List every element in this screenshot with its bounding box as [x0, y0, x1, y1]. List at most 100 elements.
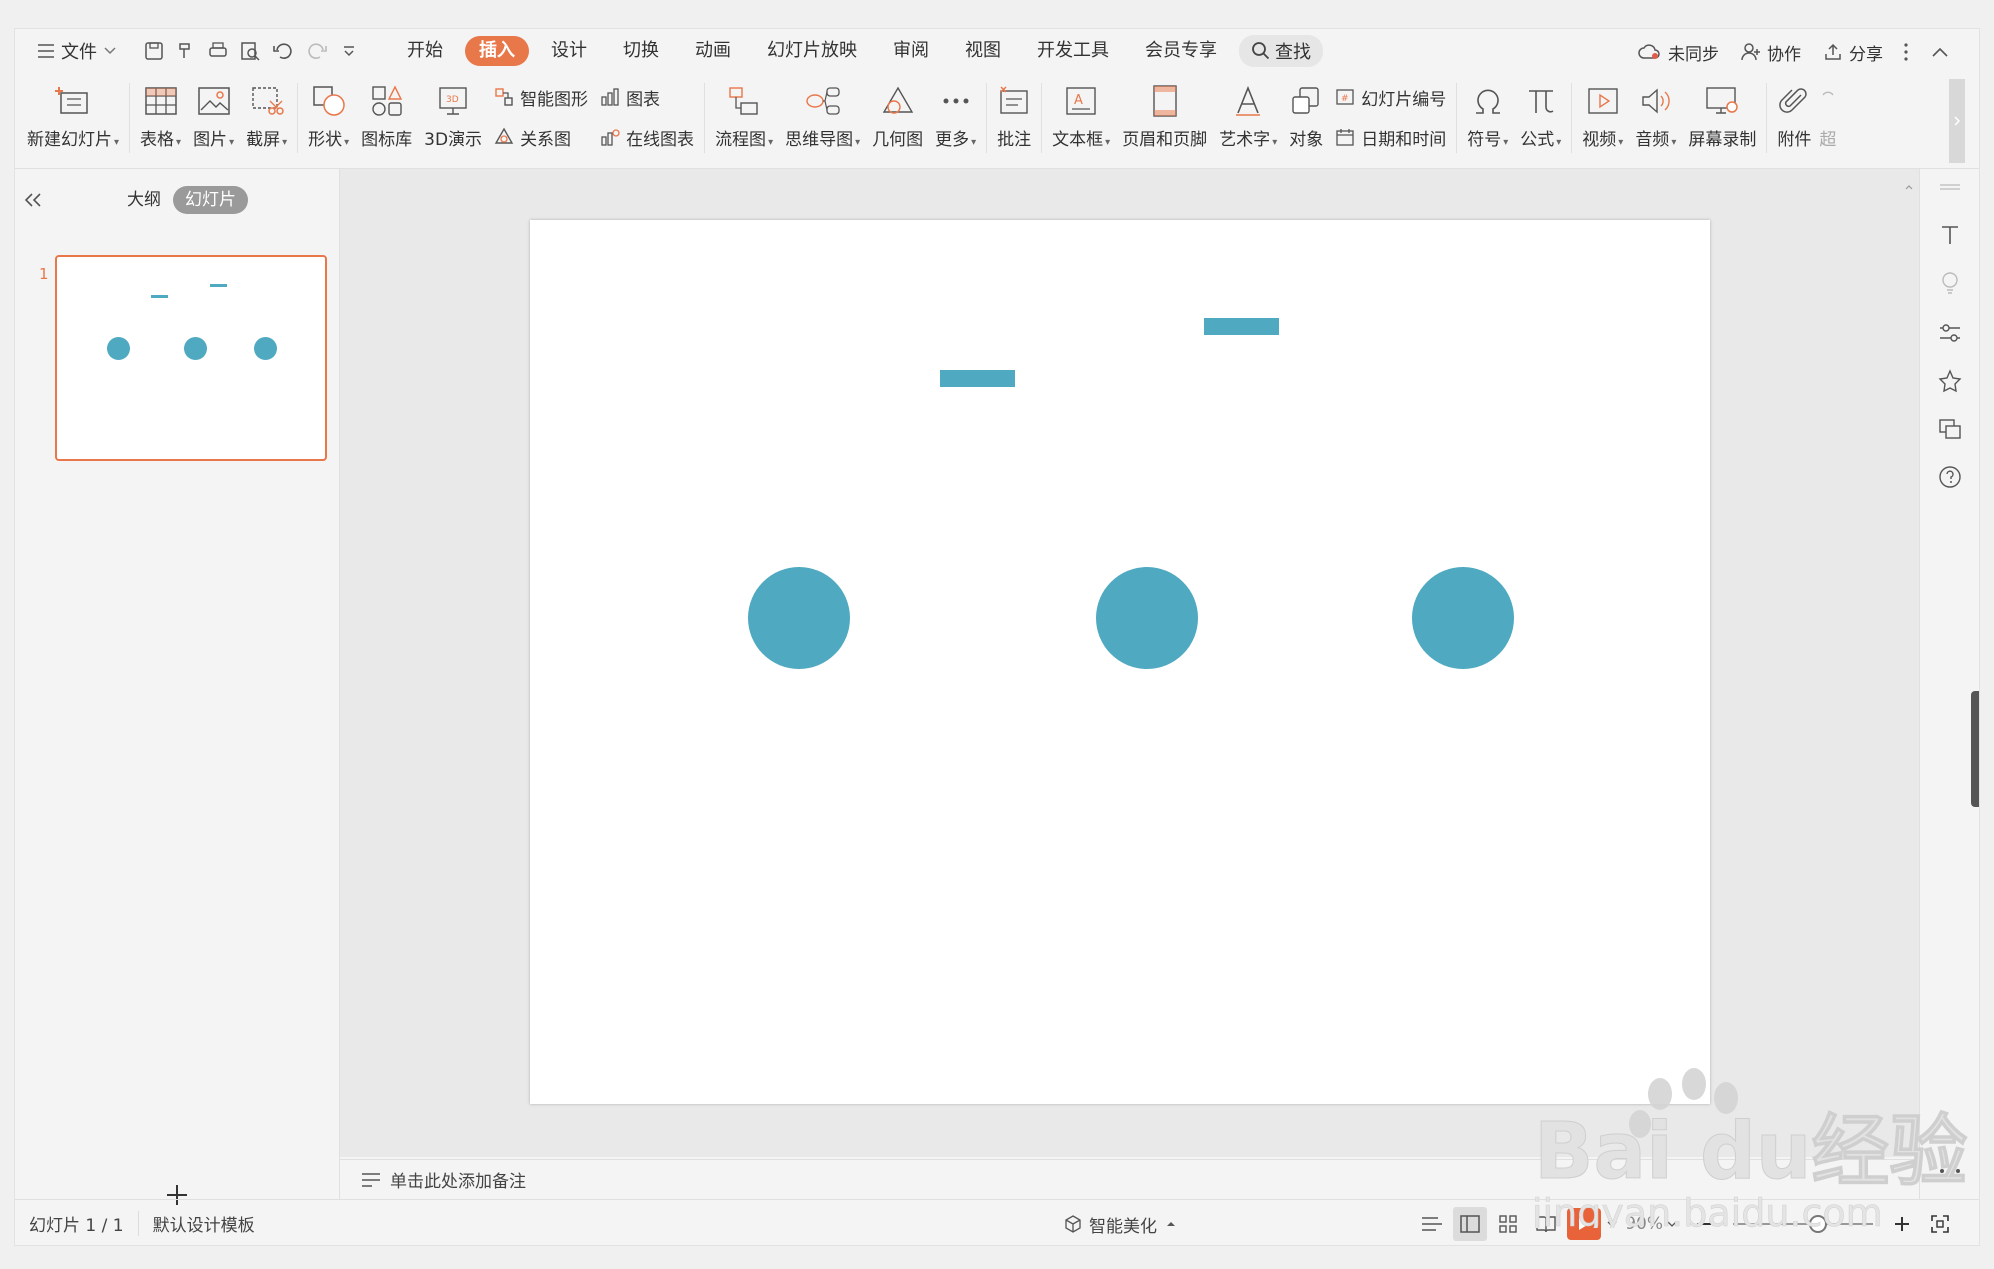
chevron-down-icon[interactable]	[1607, 1220, 1617, 1228]
file-menu-label: 文件	[61, 42, 97, 63]
chart-button[interactable]: 图表	[600, 80, 694, 114]
beautify-button[interactable]: 智能美化	[1063, 1200, 1177, 1245]
zoom-slider[interactable]	[1733, 1215, 1873, 1233]
tab-member[interactable]: 会员专享	[1131, 36, 1231, 66]
sorter-view-button[interactable]	[1491, 1207, 1525, 1241]
collapse-ribbon-button[interactable]	[1925, 35, 1961, 69]
shape-button[interactable]: 形状 ▾	[302, 75, 355, 150]
fit-window-button[interactable]	[1923, 1207, 1957, 1241]
undo-icon[interactable]	[271, 40, 297, 62]
print-preview-icon[interactable]	[239, 40, 261, 62]
tab-transition[interactable]: 切换	[609, 36, 673, 66]
play-button[interactable]	[1567, 1207, 1602, 1241]
audio-button[interactable]: 音频 ▾	[1629, 75, 1682, 150]
textbox-button[interactable]: A 文本框 ▾	[1046, 75, 1116, 150]
share-button[interactable]: 分享	[1813, 35, 1893, 69]
print-icon[interactable]	[207, 40, 229, 62]
slide-circle-2[interactable]	[1096, 567, 1198, 669]
search-button[interactable]: 查找	[1239, 35, 1323, 67]
zoom-slider-knob[interactable]	[1809, 1215, 1827, 1233]
online-chart-label: 在线图表	[626, 129, 695, 150]
redo-icon[interactable]	[307, 40, 329, 62]
rail-idea[interactable]	[1936, 269, 1964, 297]
tab-animation[interactable]: 动画	[681, 36, 745, 66]
save-icon[interactable]	[143, 40, 165, 62]
collapse-pane-icon[interactable]	[23, 192, 43, 208]
overflow-button[interactable]: 超	[1817, 75, 1836, 150]
formula-button[interactable]: 公式 ▾	[1514, 75, 1567, 150]
rail-settings[interactable]	[1936, 319, 1964, 347]
header-footer-button[interactable]: 页眉和页脚	[1116, 75, 1213, 150]
zoom-out-button[interactable]	[1687, 1207, 1721, 1241]
slide-rect-left[interactable]	[940, 370, 1015, 387]
normal-view-button[interactable]	[1453, 1207, 1488, 1241]
geometry-button[interactable]: 几何图	[866, 75, 929, 150]
collab-button[interactable]: 协作	[1731, 35, 1811, 69]
notes-bar[interactable]: 单击此处添加备注	[340, 1159, 1920, 1199]
picture-button[interactable]: 图片 ▾	[187, 75, 240, 150]
template-name[interactable]: 默认设计模板	[137, 1211, 269, 1236]
ribbon-scroll-right[interactable]	[1949, 79, 1965, 163]
new-slide-button[interactable]: 新建幻灯片 ▾	[21, 75, 125, 150]
tab-slideshow[interactable]: 幻灯片放映	[753, 36, 871, 66]
icon-library-button[interactable]: 图标库	[355, 75, 418, 150]
tab-developer[interactable]: 开发工具	[1023, 36, 1123, 66]
relation-button[interactable]: 关系图	[494, 120, 588, 154]
tab-outline[interactable]: 大纲	[115, 186, 173, 214]
rail-edge-tab[interactable]	[1971, 691, 1979, 807]
slide-circle-3[interactable]	[1412, 567, 1514, 669]
tab-insert[interactable]: 插入	[465, 36, 529, 66]
tab-slides[interactable]: 幻灯片	[173, 186, 248, 214]
demo3d-button[interactable]: 3D 3D演示	[418, 75, 488, 150]
transition-icon	[1939, 419, 1961, 439]
vertical-scrollbar[interactable]	[1903, 177, 1915, 1157]
video-button[interactable]: 视频 ▾	[1576, 75, 1629, 150]
rail-more[interactable]	[1936, 1157, 1964, 1185]
smart-shape-button[interactable]: 智能图形	[494, 80, 588, 114]
datetime-button[interactable]: 日期和时间	[1335, 120, 1446, 154]
comment-button[interactable]: 批注	[991, 75, 1037, 150]
wps-frame: 文件 开始 插入 设计 切换 动画 幻灯片放映 审阅 视图 开发工具 会员专享 …	[14, 28, 1980, 1246]
slide-circle-1[interactable]	[748, 567, 850, 669]
view-controls: 90%	[1413, 1200, 1959, 1245]
wordart-button[interactable]: 艺术字 ▾	[1213, 75, 1283, 150]
notes-icon	[362, 1172, 380, 1187]
more-options-button[interactable]	[1895, 35, 1923, 69]
screen-record-button[interactable]: 屏幕录制	[1682, 75, 1762, 150]
more-button[interactable]: 更多 ▾	[929, 75, 982, 150]
symbol-button[interactable]: 符号 ▾	[1461, 75, 1514, 150]
slide-rect-right[interactable]	[1204, 318, 1279, 335]
thumb-rect-right	[210, 284, 227, 287]
rail-collapse[interactable]	[1936, 173, 1964, 201]
screenshot-button[interactable]: 截屏 ▾	[240, 75, 293, 150]
object-icon	[1292, 87, 1319, 114]
comment-icon	[1000, 86, 1028, 114]
object-button[interactable]: 对象	[1283, 75, 1329, 150]
chevron-down-icon[interactable]	[1667, 1220, 1677, 1228]
mindmap-button[interactable]: 思维导图 ▾	[779, 75, 866, 150]
zoom-level[interactable]: 90%	[1625, 1214, 1663, 1234]
sync-button[interactable]: 未同步	[1628, 35, 1729, 69]
tab-review[interactable]: 审阅	[879, 36, 943, 66]
reading-view-button[interactable]	[1529, 1207, 1563, 1241]
tab-view[interactable]: 视图	[951, 36, 1015, 66]
rail-text[interactable]	[1936, 221, 1964, 249]
rail-animation[interactable]	[1936, 367, 1964, 395]
rail-transition[interactable]	[1936, 415, 1964, 443]
notes-toggle[interactable]	[1415, 1207, 1449, 1241]
zoom-in-button[interactable]	[1885, 1207, 1919, 1241]
sliders-icon	[1940, 324, 1960, 342]
customize-toolbar-icon[interactable]	[341, 43, 357, 59]
slide-number-button[interactable]: # 幻灯片编号	[1335, 80, 1446, 114]
slide-thumbnail[interactable]	[55, 255, 327, 461]
slide-canvas[interactable]	[530, 220, 1710, 1104]
attachment-button[interactable]: 附件	[1771, 75, 1817, 150]
online-chart-button[interactable]: 在线图表	[600, 120, 694, 154]
rail-help[interactable]	[1936, 463, 1964, 491]
table-button[interactable]: 表格 ▾	[134, 75, 187, 150]
tab-home[interactable]: 开始	[393, 36, 457, 66]
flowchart-button[interactable]: 流程图 ▾	[709, 75, 779, 150]
tab-design[interactable]: 设计	[537, 36, 601, 66]
format-painter-icon[interactable]	[175, 40, 197, 62]
file-menu[interactable]: 文件	[27, 34, 133, 68]
